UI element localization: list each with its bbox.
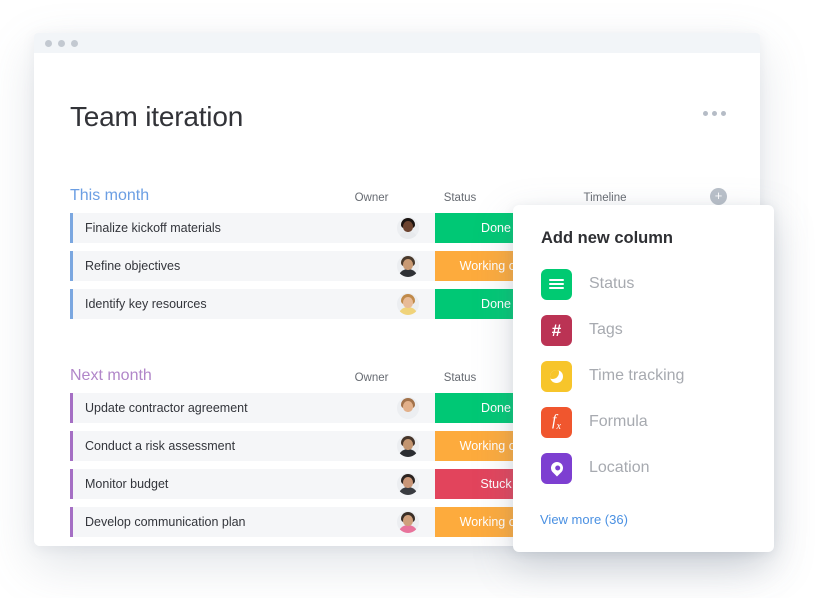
- fx-glyph: fx: [552, 411, 561, 433]
- board-options-menu[interactable]: [703, 111, 726, 116]
- column-type-option[interactable]: Status: [541, 267, 751, 301]
- column-type-label: Time tracking: [589, 367, 685, 384]
- group-color-bar: [70, 469, 73, 499]
- avatar-face: [402, 401, 413, 412]
- task-name: Develop communication plan: [85, 515, 246, 529]
- avatar-face: [402, 515, 413, 526]
- task-name: Refine objectives: [85, 259, 181, 273]
- owner-cell[interactable]: [380, 507, 435, 538]
- avatar-body: [397, 449, 418, 457]
- avatar: [396, 217, 419, 239]
- owner-cell[interactable]: [380, 469, 435, 500]
- window-titlebar: [34, 33, 760, 53]
- column-type-label: Formula: [589, 413, 648, 430]
- avatar-body: [397, 307, 418, 315]
- pin-glyph: [548, 459, 565, 477]
- kebab-dot: [703, 111, 708, 116]
- window-dot-minimize[interactable]: [58, 39, 65, 47]
- column-type-label: Tags: [589, 321, 623, 338]
- column-header-owner: Owner: [354, 372, 389, 384]
- column-type-option[interactable]: fx Formula: [541, 405, 751, 439]
- avatar-body: [397, 231, 418, 239]
- avatar-body: [397, 525, 418, 533]
- column-header-timeline: Timeline: [583, 192, 627, 204]
- kebab-dot: [712, 111, 717, 116]
- owner-cell[interactable]: [380, 213, 435, 244]
- task-name-cell[interactable]: Conduct a risk assessment: [70, 431, 380, 462]
- kebab-dot: [721, 111, 726, 116]
- column-type-label: Status: [589, 275, 635, 292]
- avatar: [396, 435, 419, 457]
- group-title: This month: [70, 187, 150, 204]
- avatar-face: [402, 259, 413, 270]
- window-dot-maximize[interactable]: [71, 39, 78, 47]
- formula-icon: fx: [541, 406, 572, 438]
- moon-glyph: [550, 369, 563, 383]
- group-color-bar: [70, 213, 73, 243]
- task-name: Identify key resources: [85, 297, 207, 311]
- status-icon: [541, 268, 572, 300]
- group-color-bar: [70, 251, 73, 281]
- add-new-column-popup: Add new column Status # Tags Time tracking f…: [513, 205, 774, 552]
- popup-title: Add new column: [541, 229, 673, 247]
- column-type-option[interactable]: Location: [541, 451, 751, 485]
- avatar-body: [397, 411, 418, 419]
- hash-glyph: #: [551, 320, 562, 340]
- group-color-bar: [70, 507, 73, 537]
- avatar-body: [397, 487, 418, 495]
- column-type-label: Location: [589, 459, 650, 476]
- avatar-body: [397, 269, 418, 277]
- column-header-owner: Owner: [354, 192, 389, 204]
- owner-cell[interactable]: [380, 393, 435, 424]
- task-name: Update contractor agreement: [85, 401, 248, 415]
- group-title: Next month: [70, 367, 152, 384]
- avatar: [396, 293, 419, 315]
- window-dot-close[interactable]: [45, 39, 52, 47]
- task-name-cell[interactable]: Develop communication plan: [70, 507, 380, 538]
- avatar: [396, 397, 419, 419]
- hash-tags-icon: #: [541, 314, 572, 346]
- owner-cell[interactable]: [380, 289, 435, 320]
- group-color-bar: [70, 393, 73, 423]
- group-color-bar: [70, 289, 73, 319]
- avatar-face: [402, 297, 413, 308]
- avatar-face: [402, 477, 413, 488]
- task-name-cell[interactable]: Update contractor agreement: [70, 393, 380, 424]
- avatar-face: [402, 221, 413, 232]
- task-name: Monitor budget: [85, 477, 169, 491]
- location-pin-icon: [541, 452, 572, 484]
- task-name: Finalize kickoff materials: [85, 221, 221, 235]
- task-name-cell[interactable]: Finalize kickoff materials: [70, 213, 380, 244]
- task-name: Conduct a risk assessment: [85, 439, 236, 453]
- avatar: [396, 255, 419, 277]
- avatar: [396, 511, 419, 533]
- time-tracking-icon: [541, 360, 572, 392]
- avatar: [396, 473, 419, 495]
- column-header-status: Status: [443, 372, 477, 384]
- page-title: Team iteration: [70, 101, 244, 132]
- status-glyph: [549, 277, 564, 291]
- avatar-face: [402, 439, 413, 450]
- task-name-cell[interactable]: Refine objectives: [70, 251, 380, 282]
- task-name-cell[interactable]: Monitor budget: [70, 469, 380, 500]
- owner-cell[interactable]: [380, 251, 435, 282]
- column-type-option[interactable]: Time tracking: [541, 359, 751, 393]
- column-type-option[interactable]: # Tags: [541, 313, 751, 347]
- owner-cell[interactable]: [380, 431, 435, 462]
- column-header-status: Status: [443, 192, 477, 204]
- view-more-link[interactable]: View more (36): [540, 512, 628, 527]
- group-color-bar: [70, 431, 73, 461]
- add-column-button[interactable]: +: [710, 188, 727, 205]
- task-name-cell[interactable]: Identify key resources: [70, 289, 380, 320]
